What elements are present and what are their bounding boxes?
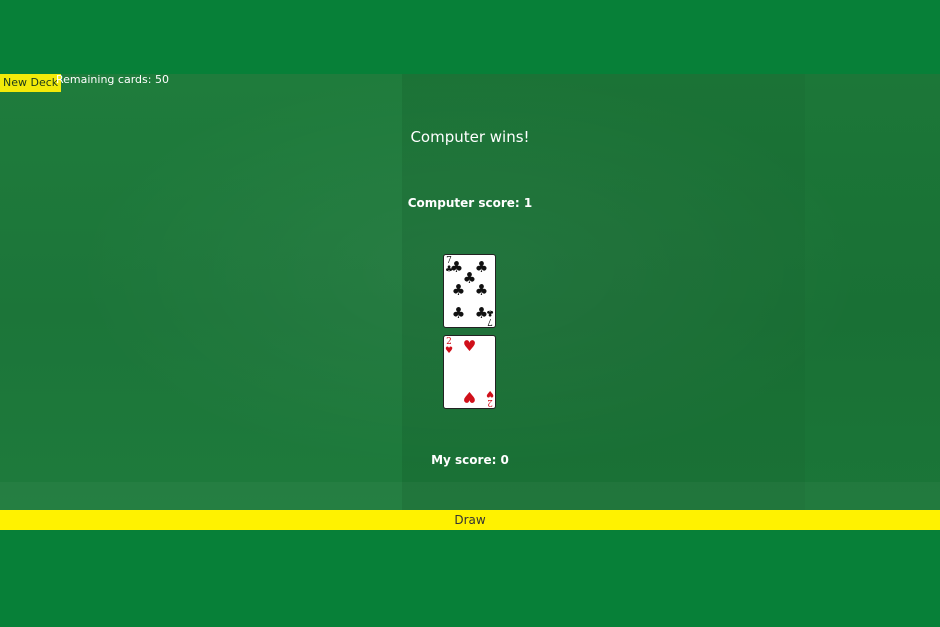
- computer-card: 7 ♣ ♣ ♣ ♣ ♣ ♣ ♣ ♣ 7 ♣: [443, 254, 496, 328]
- club-icon: ♣: [474, 281, 489, 299]
- remaining-cards-count: Remaining cards: 50: [56, 73, 169, 86]
- new-deck-button[interactable]: New Deck: [0, 74, 62, 92]
- club-icon: ♣: [485, 307, 494, 317]
- computer-score: Computer score: 1: [407, 196, 533, 210]
- table-bottom-band: [0, 482, 940, 510]
- club-icon: ♣: [451, 304, 466, 322]
- card-corner-top: 2 ♥: [445, 338, 453, 356]
- my-score: My score: 0: [431, 453, 509, 467]
- heart-icon: ♥: [462, 388, 477, 406]
- heart-icon: ♥: [485, 388, 494, 398]
- heart-icon: ♥: [445, 346, 454, 356]
- card-rank: 7: [487, 316, 493, 326]
- player-card: 2 ♥ ♥ ♥ 2 ♥: [443, 335, 496, 409]
- draw-button[interactable]: Draw: [0, 510, 940, 530]
- card-corner-bottom: 2 ♥: [485, 388, 494, 407]
- card-corner-bottom: 7 ♣: [485, 307, 494, 326]
- round-result: Computer wins!: [410, 128, 530, 146]
- heart-icon: ♥: [462, 337, 477, 355]
- card-rank: 2: [487, 397, 493, 407]
- club-icon: ♣: [451, 281, 466, 299]
